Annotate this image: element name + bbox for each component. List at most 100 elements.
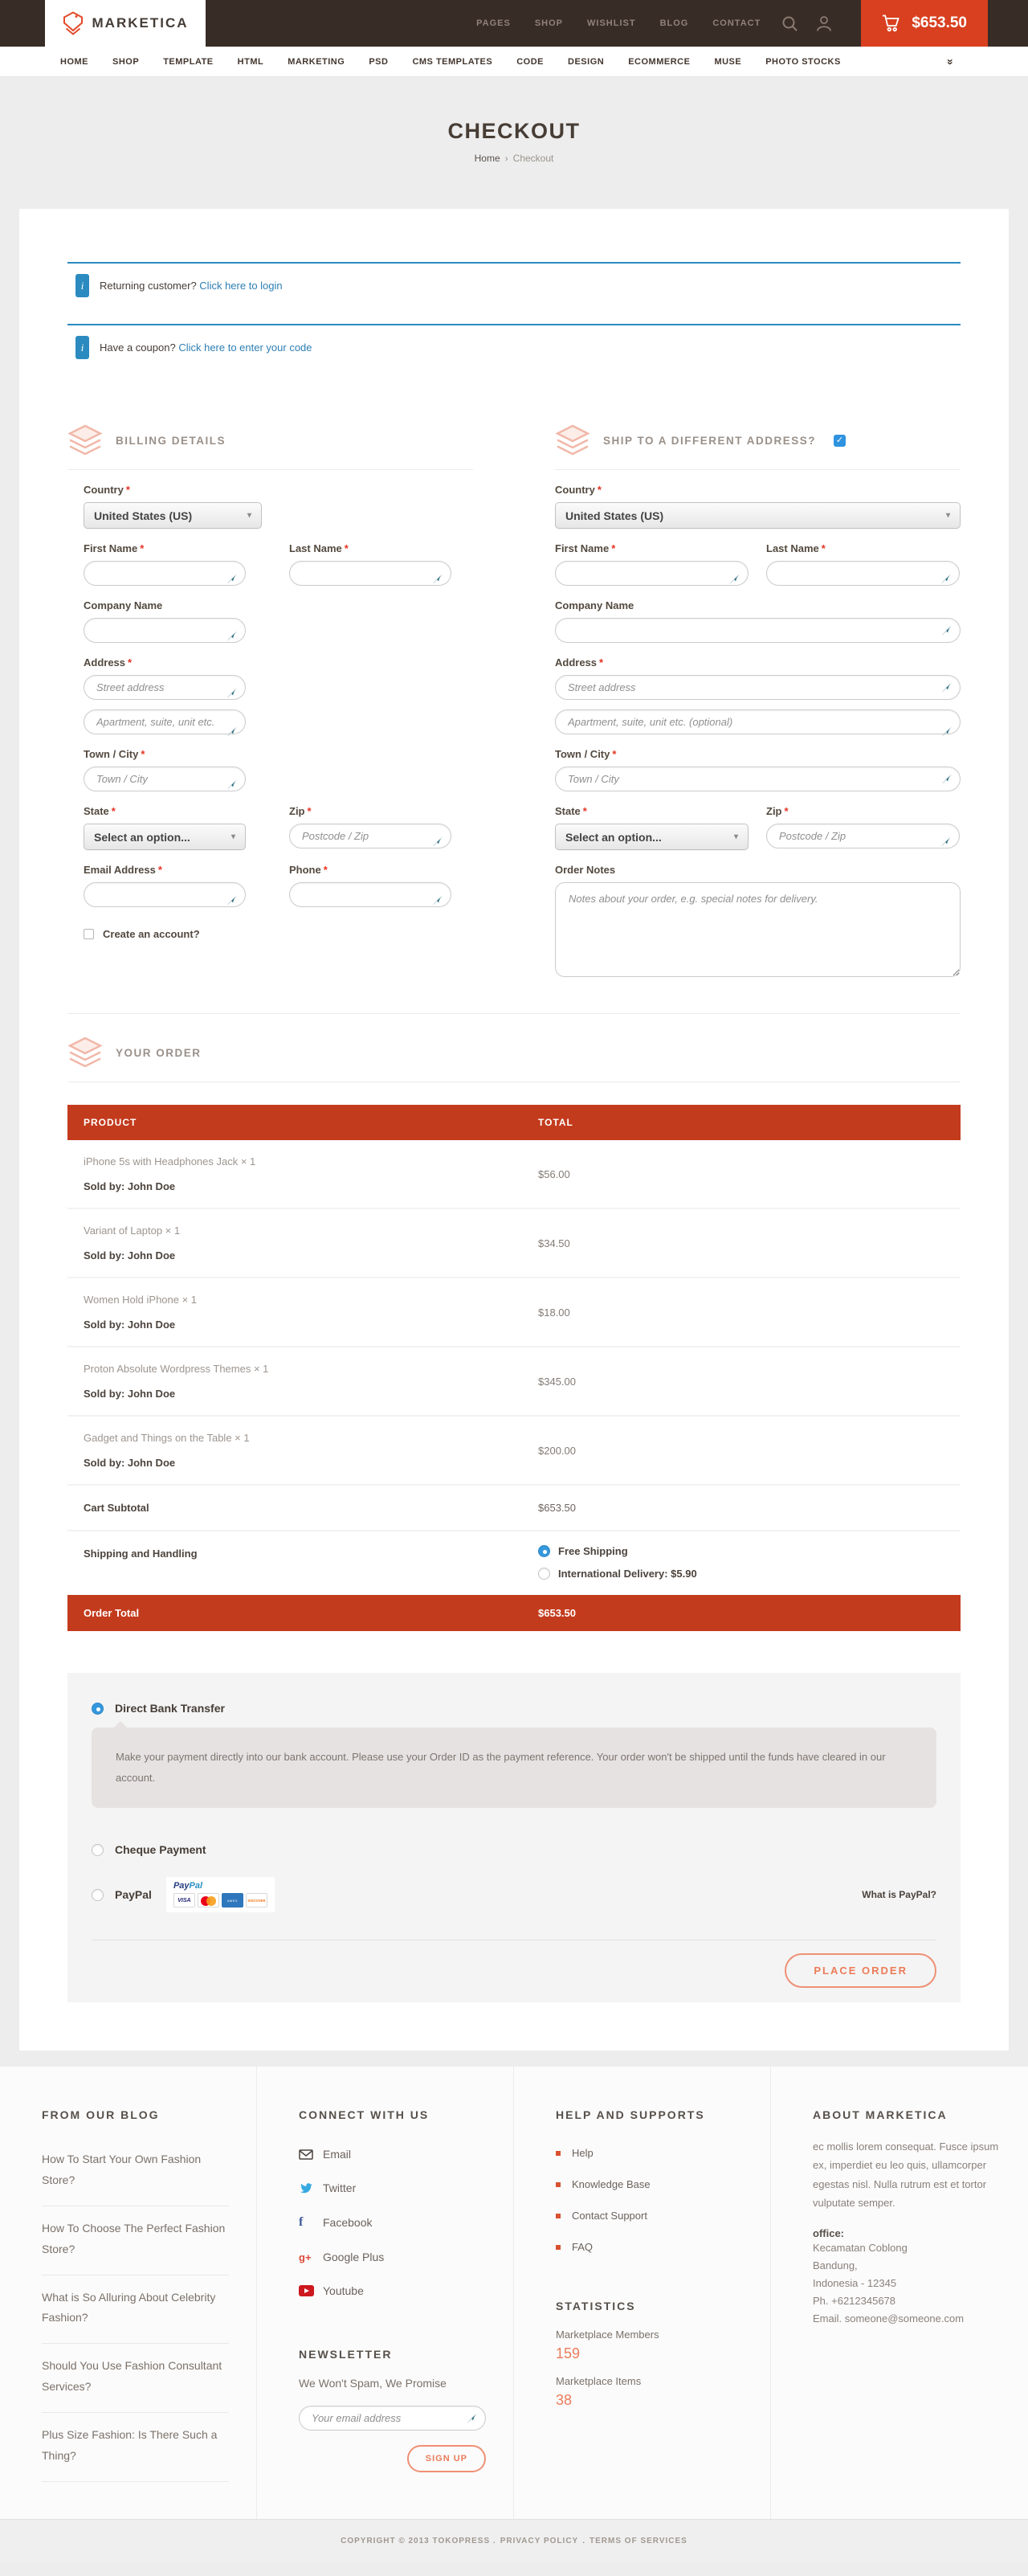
shipping-heading: SHIP TO A DIFFERENT ADDRESS? bbox=[603, 435, 816, 447]
help-link[interactable]: FAQ bbox=[556, 2231, 743, 2263]
subnav-home[interactable]: HOME bbox=[60, 57, 88, 67]
billing-last-name-input[interactable] bbox=[289, 561, 451, 586]
shipping-option-free[interactable]: Free Shipping bbox=[538, 1545, 944, 1557]
top-nav-wishlist[interactable]: WISHLIST bbox=[587, 18, 636, 28]
shipping-last-name-input[interactable] bbox=[766, 561, 960, 586]
required-mark: * bbox=[128, 656, 132, 669]
product-vendor: Sold by: John Doe bbox=[84, 1457, 538, 1469]
privacy-policy-link[interactable]: PRIVACY POLICY bbox=[500, 2537, 579, 2545]
blog-post-link[interactable]: Plus Size Fashion: Is There Such a Thing… bbox=[42, 2413, 229, 2482]
social-facebook-link[interactable]: f Facebook bbox=[299, 2205, 486, 2240]
pen-dart-icon bbox=[226, 573, 239, 585]
chevron-down-icon: ▾ bbox=[247, 511, 251, 520]
coupon-link[interactable]: Click here to enter your code bbox=[178, 341, 312, 354]
help-link[interactable]: Knowledge Base bbox=[556, 2169, 743, 2200]
billing-address-label: Address* bbox=[84, 656, 246, 669]
subnav-html[interactable]: HTML bbox=[238, 57, 264, 67]
billing-country-select[interactable]: United States (US)▾ bbox=[84, 502, 262, 529]
what-is-paypal-link[interactable]: What is PayPal? bbox=[862, 1889, 936, 1900]
social-twitter-link[interactable]: Twitter bbox=[299, 2171, 486, 2205]
address-line: Indonesia - 12345 bbox=[813, 2275, 1001, 2292]
user-account-icon[interactable] bbox=[816, 15, 832, 32]
billing-address2-input[interactable] bbox=[84, 709, 246, 734]
payment-bank-description: Make your payment directly into our bank… bbox=[92, 1728, 936, 1808]
coupon-text: Have a coupon? bbox=[100, 341, 176, 354]
billing-last-name-label: Last Name* bbox=[289, 542, 451, 554]
visa-icon: VISA bbox=[173, 1893, 195, 1907]
shipping-company-input[interactable] bbox=[555, 618, 961, 643]
required-mark: * bbox=[308, 805, 312, 817]
payment-cheque-option[interactable]: Cheque Payment bbox=[92, 1843, 936, 1856]
payment-cheque-label: Cheque Payment bbox=[115, 1843, 206, 1856]
social-googleplus-link[interactable]: g+ Google Plus bbox=[299, 2240, 486, 2274]
terms-link[interactable]: TERMS OF SERVICES bbox=[589, 2537, 687, 2545]
search-icon[interactable] bbox=[781, 15, 798, 32]
cart-button[interactable]: $653.50 bbox=[861, 0, 988, 47]
expand-nav-icon[interactable]: » bbox=[944, 59, 957, 65]
subnav-template[interactable]: TEMPLATE bbox=[163, 57, 213, 67]
ship-different-checkbox[interactable]: ✓ bbox=[834, 435, 846, 447]
shipping-zip-input[interactable] bbox=[766, 824, 960, 848]
shipping-street-address-input[interactable] bbox=[555, 675, 961, 700]
logo[interactable]: MARKETICA bbox=[45, 0, 206, 47]
shipping-option-international[interactable]: International Delivery: $5.90 bbox=[538, 1568, 944, 1580]
blog-post-link[interactable]: How To Choose The Perfect Fashion Store? bbox=[42, 2206, 229, 2275]
your-order-heading-row: YOUR ORDER bbox=[67, 1037, 961, 1069]
signup-button[interactable]: SIGN UP bbox=[407, 2445, 486, 2472]
shipping-town-input[interactable] bbox=[555, 767, 961, 791]
newsletter-email-input[interactable] bbox=[299, 2406, 486, 2431]
help-link[interactable]: Help bbox=[556, 2137, 743, 2169]
subnav-code[interactable]: CODE bbox=[516, 57, 544, 67]
blog-post-link[interactable]: How To Start Your Own Fashion Store? bbox=[42, 2137, 229, 2206]
product-total: $345.00 bbox=[538, 1376, 944, 1388]
pen-dart-icon bbox=[728, 573, 741, 585]
blog-post-link[interactable]: What is So Alluring About Celebrity Fash… bbox=[42, 2275, 229, 2345]
chevron-down-icon: ▾ bbox=[734, 832, 738, 841]
required-mark: * bbox=[112, 805, 116, 817]
billing-zip-input[interactable] bbox=[289, 824, 451, 848]
billing-phone-input[interactable] bbox=[289, 882, 451, 907]
info-icon: i bbox=[75, 336, 89, 359]
billing-email-input[interactable] bbox=[84, 882, 246, 907]
shipping-country-select[interactable]: United States (US)▾ bbox=[555, 502, 961, 529]
subnav-muse[interactable]: MUSE bbox=[714, 57, 741, 67]
create-account-checkbox[interactable] bbox=[84, 929, 94, 939]
billing-state-select[interactable]: Select an option...▾ bbox=[84, 824, 246, 850]
product-name: Proton Absolute Wordpress Themes × 1 bbox=[84, 1363, 538, 1375]
subnav-shop[interactable]: SHOP bbox=[112, 57, 139, 67]
subnav-design[interactable]: DESIGN bbox=[568, 57, 604, 67]
top-nav-pages[interactable]: PAGES bbox=[476, 18, 511, 28]
subnav-photo-stocks[interactable]: PHOTO STOCKS bbox=[765, 57, 841, 67]
help-link[interactable]: Contact Support bbox=[556, 2200, 743, 2231]
top-nav-shop[interactable]: SHOP bbox=[535, 18, 563, 28]
shipping-state-select[interactable]: Select an option...▾ bbox=[555, 824, 749, 850]
breadcrumb-current: Checkout bbox=[513, 153, 554, 164]
billing-street-address-input[interactable] bbox=[84, 675, 246, 700]
payment-paypal-option[interactable]: PayPal PayPal VISA AMEX DISCOVER What is… bbox=[92, 1877, 936, 1912]
billing-company-input[interactable] bbox=[84, 618, 246, 643]
payment-bank-option[interactable]: Direct Bank Transfer bbox=[92, 1702, 936, 1715]
product-name: Women Hold iPhone × 1 bbox=[84, 1294, 538, 1306]
billing-first-name-input[interactable] bbox=[84, 561, 246, 586]
shipping-country-label: Country* bbox=[555, 484, 961, 496]
social-email-link[interactable]: Email bbox=[299, 2137, 486, 2171]
subnav-cms-templates[interactable]: CMS TEMPLATES bbox=[412, 57, 492, 67]
required-mark: * bbox=[599, 656, 603, 669]
login-link[interactable]: Click here to login bbox=[199, 280, 282, 292]
place-order-button[interactable]: PLACE ORDER bbox=[785, 1953, 936, 1988]
site-header: MARKETICA PAGES SHOP WISHLIST BLOG CONTA… bbox=[0, 0, 1028, 47]
shipping-first-name-input[interactable] bbox=[555, 561, 749, 586]
order-notes-textarea[interactable] bbox=[555, 882, 961, 977]
top-nav-blog[interactable]: BLOG bbox=[660, 18, 689, 28]
breadcrumb-home[interactable]: Home bbox=[475, 153, 500, 164]
subnav-ecommerce[interactable]: ECOMMERCE bbox=[628, 57, 690, 67]
subnav-marketing[interactable]: MARKETING bbox=[288, 57, 345, 67]
top-nav-contact[interactable]: CONTACT bbox=[712, 18, 761, 28]
social-youtube-link[interactable]: Youtube bbox=[299, 2274, 486, 2308]
billing-town-input[interactable] bbox=[84, 767, 246, 791]
blog-post-link[interactable]: Should You Use Fashion Consultant Servic… bbox=[42, 2344, 229, 2413]
subnav-psd[interactable]: PSD bbox=[369, 57, 388, 67]
cart-total: $653.50 bbox=[912, 14, 967, 32]
shipping-address2-input[interactable] bbox=[555, 709, 961, 734]
required-mark: * bbox=[583, 805, 587, 817]
